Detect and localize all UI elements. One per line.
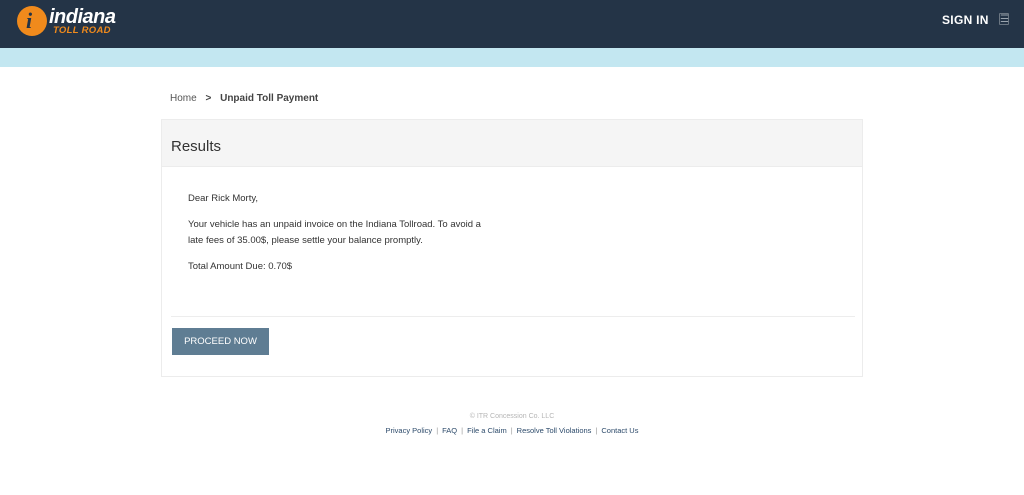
header-stripe (0, 48, 1024, 67)
logo-word-toll-road: TOLL ROAD (53, 25, 111, 36)
footer-pipe: | (436, 426, 439, 435)
file-a-claim-link[interactable]: File a Claim (467, 426, 507, 435)
faq-link[interactable]: FAQ (442, 426, 457, 435)
breadcrumb: Home > Unpaid Toll Payment (170, 93, 318, 104)
indiana-toll-road-logo[interactable]: i indiana TOLL ROAD (15, 5, 140, 39)
breadcrumb-separator: > (205, 93, 212, 104)
footer-pipe: | (461, 426, 464, 435)
menu-icon[interactable]: ☰ (999, 13, 1009, 25)
footer-copyright: © ITR Concession Co. LLC (469, 413, 555, 420)
greeting-text: Dear Rick Morty, (188, 193, 259, 204)
results-card: Results Dear Rick Morty, Your vehicle ha… (161, 119, 863, 377)
footer-pipe: | (595, 426, 598, 435)
results-card-header: Results (162, 120, 862, 167)
resolve-toll-violations-link[interactable]: Resolve Toll Violations (517, 426, 592, 435)
contact-us-link[interactable]: Contact Us (601, 426, 638, 435)
top-navbar: i indiana TOLL ROAD SIGN IN ☰ (0, 0, 1024, 48)
sign-in-link[interactable]: SIGN IN (942, 13, 989, 27)
proceed-now-button[interactable]: PROCEED NOW (172, 328, 269, 355)
invoice-message: Your vehicle has an unpaid invoice on th… (188, 219, 481, 246)
card-divider (171, 316, 855, 317)
results-title: Results (171, 138, 222, 155)
logo-letter: i (26, 8, 33, 33)
footer-pipe: | (510, 426, 513, 435)
privacy-policy-link[interactable]: Privacy Policy (386, 426, 433, 435)
breadcrumb-home-link[interactable]: Home (170, 93, 197, 104)
breadcrumb-current: Unpaid Toll Payment (220, 93, 319, 104)
logo-word-indiana: indiana (49, 6, 116, 28)
footer-links: Privacy Policy | FAQ | File a Claim | Resolve … (0, 426, 1024, 435)
total-amount-due: Total Amount Due: 0.70$ (188, 261, 293, 272)
